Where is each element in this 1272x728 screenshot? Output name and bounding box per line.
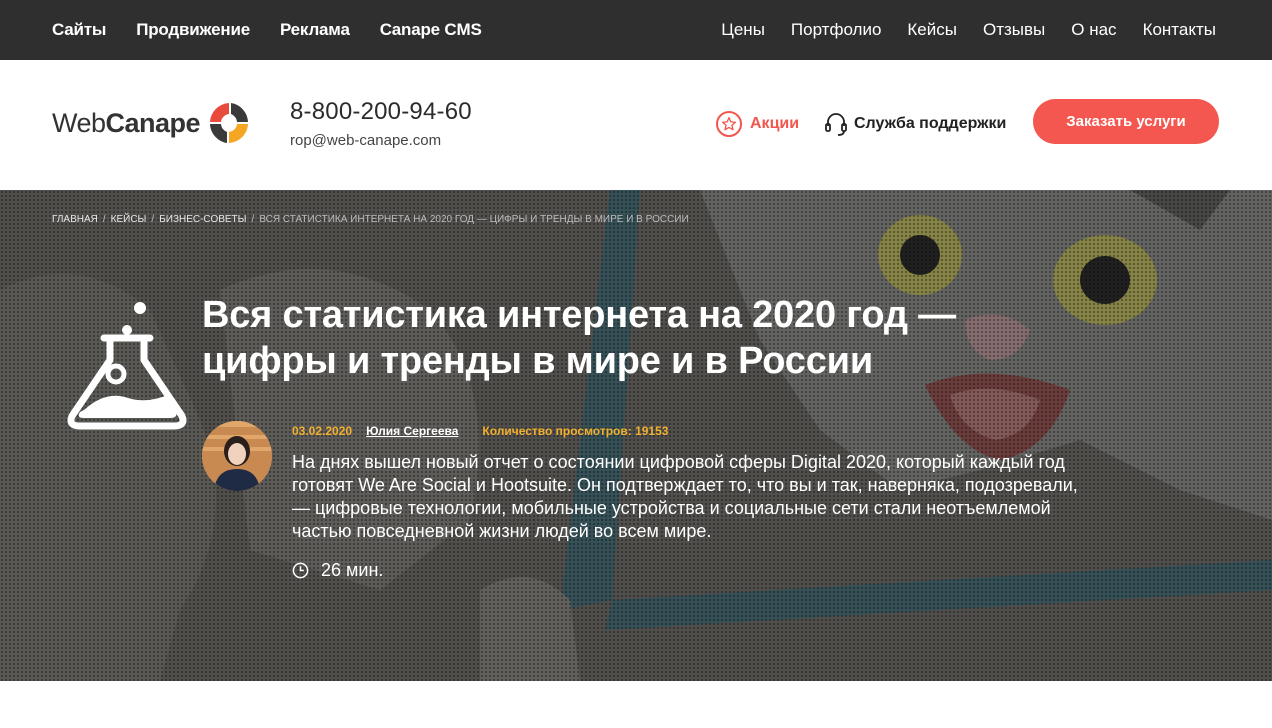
phone-number[interactable]: 8-800-200-94-60 [290, 98, 472, 126]
article-title-line-2: цифры и тренды в мире и в России [202, 340, 873, 382]
logo-text-bold: Canape [105, 107, 201, 138]
support-label: Служба поддержки [854, 115, 1007, 132]
order-services-button[interactable]: Заказать услуги [1033, 99, 1219, 144]
nav-prices[interactable]: Цены [721, 20, 765, 40]
breadcrumb-business-tips[interactable]: Бизнес-советы [159, 214, 246, 225]
breadcrumb-separator: / [102, 214, 106, 225]
read-time: 26 мин. [292, 560, 383, 581]
nav-promotion[interactable]: Продвижение [136, 20, 250, 40]
article-date: 03.02.2020 [292, 424, 353, 438]
promo-label: Акции [750, 115, 800, 132]
breadcrumb-cases[interactable]: Кейсы [111, 214, 147, 225]
author-avatar[interactable] [202, 421, 272, 491]
logo-mark-icon [210, 103, 249, 143]
nav-reviews[interactable]: Отзывы [983, 20, 1045, 40]
logo-text-light: Web [52, 107, 106, 138]
nav-cases[interactable]: Кейсы [907, 20, 957, 40]
nav-about[interactable]: О нас [1071, 20, 1116, 40]
breadcrumb-separator: / [151, 214, 155, 225]
logo-text: WebCanape [52, 107, 201, 139]
article-meta: 03.02.2020 Юлия Сергеева Количество прос… [292, 424, 668, 438]
support-link[interactable]: Служба поддержки [824, 111, 1006, 137]
star-icon [716, 111, 742, 137]
article-title-line-1: Вся статистика интернета на 2020 год — [202, 294, 956, 336]
breadcrumb-current: Вся статистика интернета на 2020 год — ц… [259, 214, 689, 225]
headset-icon [825, 113, 847, 136]
nav-advertising[interactable]: Реклама [280, 20, 350, 40]
nav-sites[interactable]: Сайты [52, 20, 106, 40]
promo-link[interactable]: Акции [716, 111, 799, 137]
breadcrumb: Главная / Кейсы / Бизнес-советы / Вся ст… [52, 214, 689, 225]
nav-canape-cms[interactable]: Canape CMS [380, 20, 482, 40]
site-logo[interactable]: WebCanape [52, 100, 252, 146]
nav-contacts[interactable]: Контакты [1143, 20, 1216, 40]
read-time-value: 26 мин. [321, 560, 384, 580]
article-title: Вся статистика интернета на 2020 год — ц… [202, 292, 1062, 384]
breadcrumb-separator: / [251, 214, 255, 225]
header-contacts: 8-800-200-94-60 rop@web-canape.com [290, 98, 472, 149]
site-header: WebCanape 8-800-200-94-60 rop@web-canape… [0, 60, 1272, 190]
article-views: Количество просмотров: 19153 [482, 424, 669, 438]
nav-portfolio[interactable]: Портфолио [791, 20, 881, 40]
article-author[interactable]: Юлия Сергеева [366, 424, 458, 438]
email-address[interactable]: rop@web-canape.com [290, 132, 472, 149]
secondary-nav: Цены Портфолио Кейсы Отзывы О нас Контак… [721, 0, 1216, 60]
breadcrumb-home[interactable]: Главная [52, 214, 98, 225]
article-hero: Главная / Кейсы / Бизнес-советы / Вся ст… [0, 190, 1272, 681]
clock-icon [292, 562, 309, 579]
article-lead: На днях вышел новый отчет о состоянии ци… [292, 452, 1078, 541]
flask-icon [67, 302, 187, 430]
top-navigation: Сайты Продвижение Реклама Canape CMS Цен… [0, 0, 1272, 60]
primary-nav: Сайты Продвижение Реклама Canape CMS [52, 0, 482, 60]
